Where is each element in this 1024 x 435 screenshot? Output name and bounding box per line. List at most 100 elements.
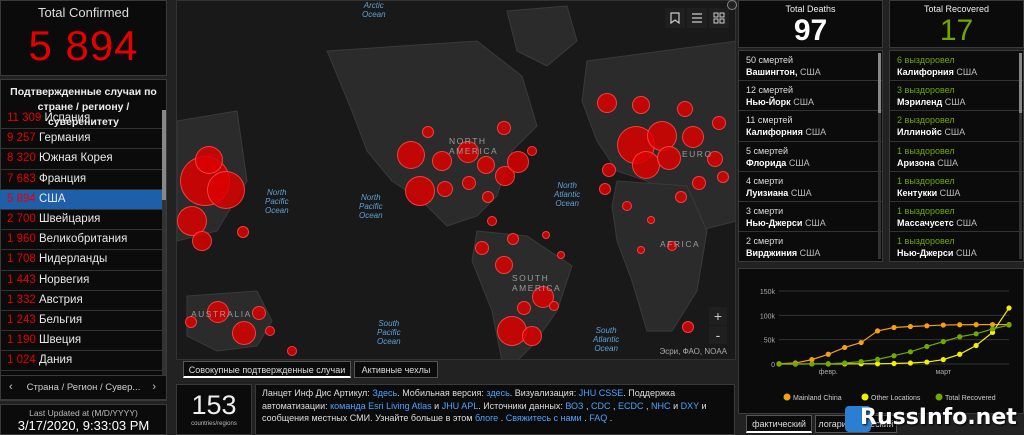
map-marker[interactable] [522, 326, 542, 346]
map-marker[interactable] [597, 93, 617, 113]
world-map[interactable]: Arctic Ocean North Pacific Ocean North Pacif… [176, 0, 736, 360]
map-marker[interactable] [527, 146, 537, 156]
legend-icon[interactable] [687, 8, 707, 28]
map-marker[interactable] [265, 326, 275, 336]
country-row[interactable]: 8 320 Южная Корея [0, 149, 166, 170]
map-marker[interactable] [602, 163, 616, 177]
deaths-row[interactable]: 4 смерти Луизиана США [739, 172, 882, 202]
map-marker[interactable] [507, 233, 519, 245]
recovered-row[interactable]: 2 выздоровел Иллинойс США [890, 111, 1023, 142]
mobile-version-link[interactable]: здесь [486, 388, 509, 398]
deaths-list[interactable]: 50 смертей Вашингтон, США 12 смертей Нью-Йо… [738, 50, 883, 262]
map-marker[interactable] [232, 321, 256, 345]
country-row[interactable]: 11 309 Испания [0, 109, 166, 130]
deaths-row[interactable]: 11 смертей Калифорния США [739, 111, 882, 142]
bookmark-icon[interactable] [665, 8, 685, 28]
zoom-in-button[interactable]: + [709, 307, 727, 325]
country-row[interactable]: 1 332 Австрия [0, 291, 166, 311]
map-marker[interactable] [192, 231, 212, 251]
tab-cumulative-confirmed[interactable]: Совокупные подтвержденные случаи [183, 361, 351, 378]
map-marker[interactable] [622, 201, 632, 211]
deaths-row[interactable]: 2 смерти Вирджиния США [739, 232, 882, 261]
map-marker[interactable] [549, 301, 559, 311]
map-marker[interactable] [507, 151, 529, 173]
map-marker[interactable] [497, 121, 511, 135]
country-row[interactable]: 1 708 Нидерланды [0, 250, 166, 271]
who-link[interactable]: ВОЗ [565, 401, 583, 411]
map-marker[interactable] [557, 251, 565, 259]
country-row[interactable]: 1 243 Бельгия [0, 311, 166, 332]
next-page-icon[interactable]: › [152, 376, 156, 399]
recovered-list[interactable]: 6 выздоровел Калифорния США 3 выздоровел Мэ… [889, 50, 1024, 262]
map-marker[interactable] [677, 101, 693, 117]
map-marker[interactable] [477, 156, 495, 174]
blog-link[interactable]: блоге [475, 413, 498, 423]
recovered-row[interactable]: 1 выздоровел Кентукки США [890, 172, 1023, 202]
map-marker[interactable] [237, 226, 249, 238]
map-marker[interactable] [599, 183, 611, 195]
map-marker[interactable] [675, 191, 687, 203]
map-marker[interactable] [475, 241, 489, 255]
nhc-link[interactable]: NHC [651, 401, 671, 411]
deaths-scrollbar[interactable] [878, 53, 881, 259]
country-list[interactable]: 11 309 Испания 9 257 Германия 8 320 Южная … [0, 109, 166, 371]
recovered-scrollbar[interactable] [1019, 53, 1022, 259]
map-marker[interactable] [287, 346, 297, 356]
tab-actual-scale[interactable]: фактический [746, 415, 812, 433]
jhu-apl-link[interactable]: JHU APL [442, 401, 479, 411]
country-row[interactable]: 2 700 Швейцария [0, 210, 166, 231]
map-marker[interactable] [657, 146, 681, 170]
scrollbar-thumb[interactable] [878, 53, 881, 113]
recovered-row[interactable]: 6 выздоровел Калифорния США [890, 51, 1023, 82]
map-marker[interactable] [437, 181, 453, 197]
contact-link[interactable]: Свяжитесь с нами [506, 413, 582, 423]
deaths-row[interactable]: 3 смерти Нью-Джерси США [739, 202, 882, 233]
map-marker[interactable] [682, 321, 694, 333]
map-marker[interactable] [717, 171, 729, 183]
map-marker[interactable] [405, 176, 435, 206]
zoom-out-button[interactable]: - [709, 326, 727, 344]
map-marker[interactable] [207, 171, 245, 209]
jhu-csse-link[interactable]: JHU CSSE [579, 388, 624, 398]
country-row[interactable]: 5 894 США [0, 189, 166, 210]
ecdc-link[interactable]: ECDC [618, 401, 644, 411]
dxy-link[interactable]: DXY [681, 401, 699, 411]
scrollbar-thumb[interactable] [1019, 53, 1022, 113]
map-marker[interactable] [647, 216, 655, 224]
country-row[interactable]: 1 190 Швеция [0, 331, 166, 352]
map-marker[interactable] [422, 126, 434, 138]
country-row[interactable]: 1 443 Норвегия [0, 271, 166, 291]
country-row[interactable]: 7 683 Франция [0, 170, 166, 190]
country-list-scrollbar[interactable] [162, 110, 166, 375]
country-row[interactable]: 1 024 Дания [0, 351, 166, 371]
tab-active-cases[interactable]: Активные чехлы [354, 361, 438, 378]
map-marker[interactable] [632, 96, 650, 114]
basemap-gallery-icon[interactable] [709, 8, 729, 28]
map-marker[interactable] [712, 116, 726, 130]
map-marker[interactable] [482, 191, 494, 203]
map-marker[interactable] [487, 216, 497, 226]
recovered-row[interactable]: 1 выздоровел Аризона США [890, 142, 1023, 172]
recovered-row[interactable]: 3 выздоровел Мэриленд США [890, 81, 1023, 112]
country-row[interactable]: 1 960 Великобритания [0, 230, 166, 251]
map-marker[interactable] [692, 176, 706, 190]
map-marker[interactable] [632, 151, 660, 179]
map-marker[interactable] [637, 246, 645, 254]
expand-icon[interactable] [727, 0, 737, 10]
map-marker[interactable] [195, 146, 223, 174]
map-marker[interactable] [462, 176, 476, 190]
map-marker[interactable] [682, 126, 704, 148]
faq-link[interactable]: FAQ [589, 413, 607, 423]
map-marker[interactable] [397, 141, 425, 169]
map-marker[interactable] [495, 256, 513, 274]
deaths-row[interactable]: 5 смертей Флорида США [739, 142, 882, 172]
map-marker[interactable] [542, 231, 550, 239]
recovered-row[interactable]: 1 выздоровел Массачусетс США [890, 202, 1023, 233]
prev-page-icon[interactable]: ‹ [9, 376, 13, 399]
recovered-row[interactable]: 1 выздоровел Нью-Джерси США [890, 232, 1023, 261]
deaths-row[interactable]: 50 смертей Вашингтон, США [739, 51, 882, 82]
country-row[interactable]: 9 257 Германия [0, 129, 166, 150]
scrollbar-thumb[interactable] [162, 110, 166, 200]
cdc-link[interactable]: CDC [591, 401, 611, 411]
esri-team-link[interactable]: команда Esri Living Atlas [330, 401, 432, 411]
